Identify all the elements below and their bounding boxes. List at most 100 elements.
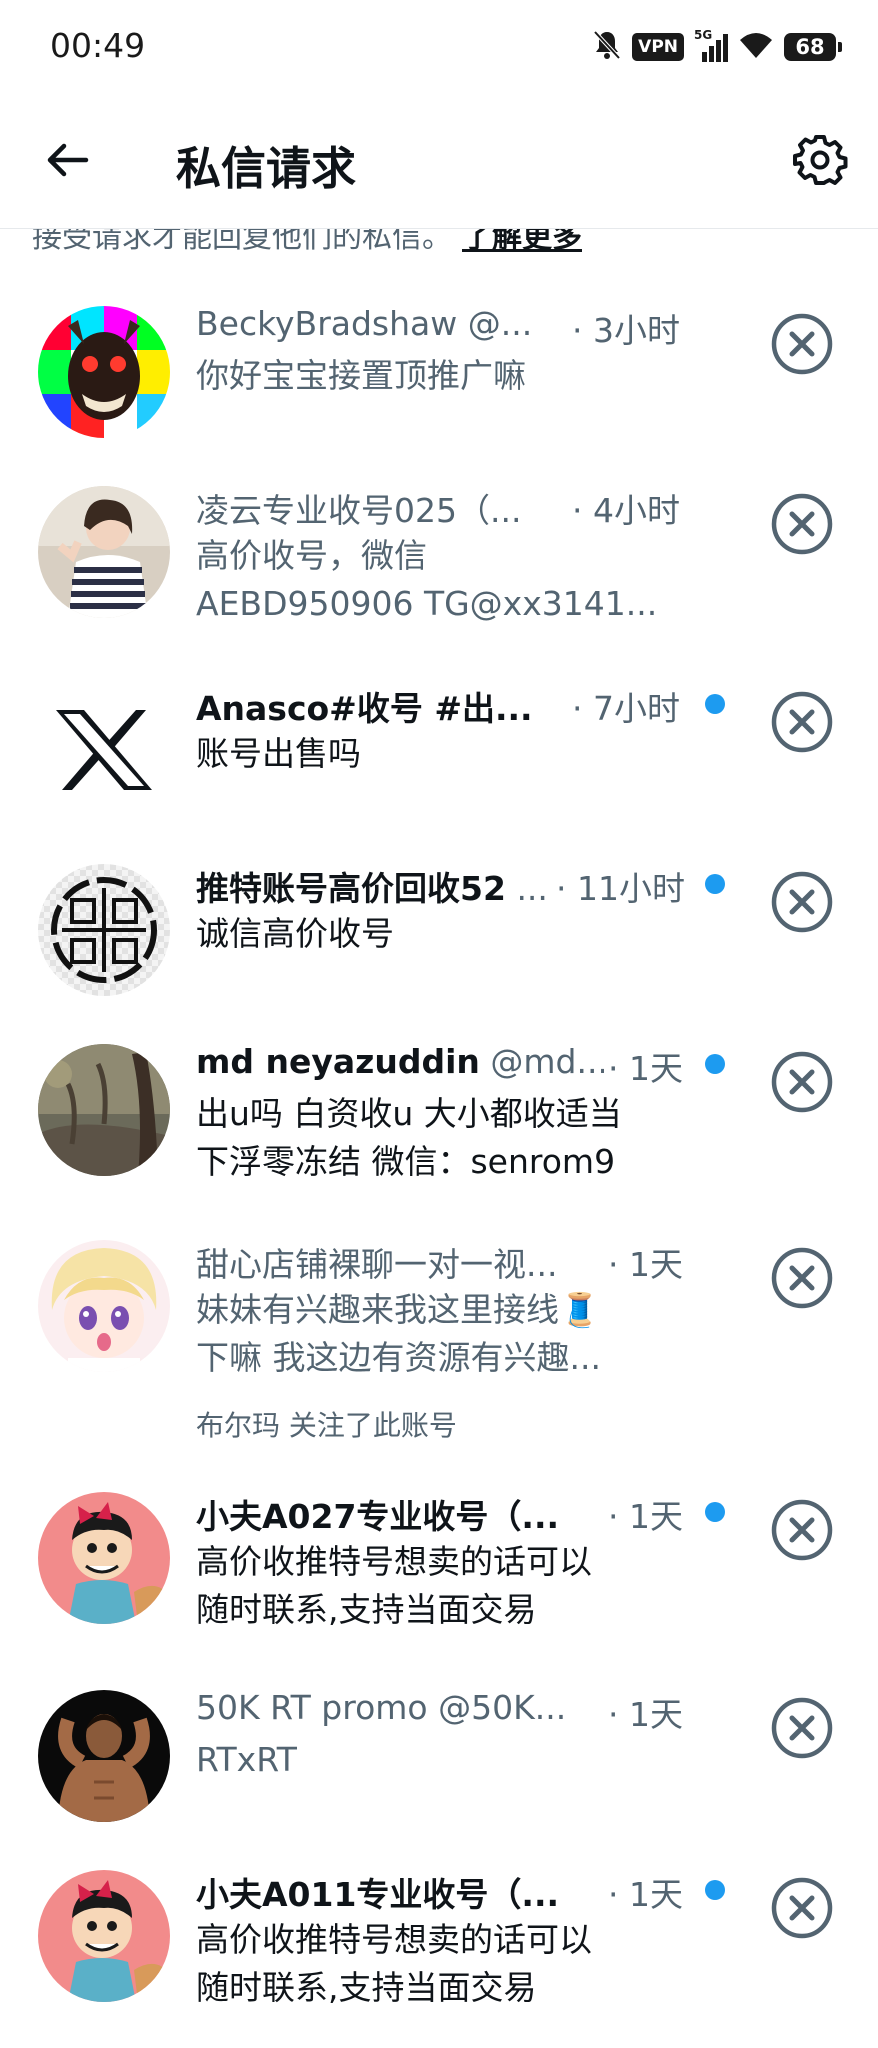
sender-name: md neyazuddin bbox=[196, 1042, 480, 1081]
sender-name: 50K RT promo bbox=[196, 1688, 428, 1727]
timestamp: · 1天 bbox=[604, 1042, 683, 1090]
status-icons: VPN 5G 68 bbox=[592, 28, 842, 66]
message-line: 诚信高价收号 bbox=[196, 914, 394, 953]
timestamp: · 4小时 bbox=[568, 484, 680, 532]
avatar[interactable] bbox=[38, 684, 170, 816]
message-line: 随时联系,支持当面交易 bbox=[196, 1590, 537, 1629]
dismiss-request-button[interactable] bbox=[770, 1696, 834, 1760]
sender-name: BeckyBradshaw bbox=[196, 304, 458, 343]
settings-button[interactable] bbox=[792, 132, 848, 188]
timestamp: · 11小时 bbox=[552, 862, 685, 910]
page-title: 私信请求 bbox=[176, 142, 357, 195]
message-preview: 高价收推特号想卖的话可以 随时联系,支持当面交易 bbox=[196, 1916, 686, 2012]
unread-dot bbox=[705, 694, 725, 714]
unread-dot bbox=[705, 1054, 725, 1074]
message-line: 下浮零冻结 微信：senrom9 bbox=[196, 1142, 616, 1181]
dismiss-request-button[interactable] bbox=[770, 870, 834, 934]
close-circle-icon bbox=[771, 1247, 833, 1309]
message-line: 出u吗 白资收u 大小都收适当 bbox=[196, 1094, 622, 1133]
message-line: 下嘛 我这边有资源有兴趣... bbox=[196, 1338, 601, 1377]
close-circle-icon bbox=[771, 1697, 833, 1759]
request-row[interactable]: 推特账号高价回收52 ... · 11小时 诚信高价收号 bbox=[0, 858, 878, 1028]
dismiss-request-button[interactable] bbox=[770, 1876, 834, 1940]
close-circle-icon bbox=[771, 1051, 833, 1113]
message-line: 高价收推特号想卖的话可以 bbox=[196, 1920, 592, 1959]
timestamp: · 7小时 bbox=[568, 682, 680, 730]
message-line: 高价收号，微信 bbox=[196, 536, 427, 575]
message-preview: 诚信高价收号 bbox=[196, 910, 686, 958]
timestamp: · 1天 bbox=[604, 1490, 683, 1538]
sender-handle: ... bbox=[516, 869, 548, 908]
dismiss-request-button[interactable] bbox=[770, 690, 834, 754]
avatar[interactable] bbox=[38, 1492, 170, 1624]
close-circle-icon bbox=[771, 1877, 833, 1939]
sender-handle: @md... bbox=[490, 1042, 608, 1081]
unread-dot bbox=[705, 1880, 725, 1900]
message-line: 随时联系,支持当面交易 bbox=[196, 1968, 537, 2007]
status-time: 00:49 bbox=[50, 26, 146, 65]
timestamp: · 1天 bbox=[604, 1238, 683, 1286]
sender-name: Anasco#收号 #出... bbox=[196, 689, 533, 728]
message-preview: 账号出售吗 bbox=[196, 730, 686, 778]
followed-by-note: 布尔玛 关注了此账号 bbox=[196, 1409, 457, 1442]
avatar[interactable] bbox=[38, 486, 170, 618]
close-circle-icon bbox=[771, 1499, 833, 1561]
sender-name: 小夫A027专业收号（... bbox=[196, 1497, 560, 1536]
request-row[interactable]: 小夫A011专业收号（... · 1天 高价收推特号想卖的话可以 随时联系,支持… bbox=[0, 1864, 878, 2048]
arrow-left-icon bbox=[47, 143, 89, 177]
message-preview: 出u吗 白资收u 大小都收适当 下浮零冻结 微信：senrom9 bbox=[196, 1090, 686, 1186]
request-row[interactable]: Anasco#收号 #出... · 7小时 账号出售吗 bbox=[0, 678, 878, 848]
request-row[interactable]: 50K RT promo @50K... · 1天 RTxRT bbox=[0, 1684, 878, 1844]
unread-dot bbox=[705, 874, 725, 894]
dismiss-request-button[interactable] bbox=[770, 1498, 834, 1562]
message-line: 你好宝宝接置顶推广嘛 bbox=[196, 356, 526, 395]
close-circle-icon bbox=[771, 493, 833, 555]
message-preview: RTxRT bbox=[196, 1736, 686, 1784]
message-line: 高价收推特号想卖的话可以 bbox=[196, 1542, 592, 1581]
timestamp: · 3小时 bbox=[568, 304, 680, 352]
message-preview: 高价收推特号想卖的话可以 随时联系,支持当面交易 bbox=[196, 1538, 686, 1634]
message-preview: 妹妹有兴趣来我这里接线🧵 下嘛 我这边有资源有兴趣... bbox=[196, 1286, 686, 1382]
sender-name: 推特账号高价回收52 bbox=[196, 869, 506, 908]
dismiss-request-button[interactable] bbox=[770, 492, 834, 556]
sender-name: 小夫A011专业收号（... bbox=[196, 1875, 560, 1914]
close-circle-icon bbox=[771, 313, 833, 375]
wifi-icon bbox=[738, 30, 774, 64]
gear-icon bbox=[793, 135, 848, 185]
battery-indicator: 68 bbox=[784, 33, 842, 61]
timestamp: · 1天 bbox=[604, 1688, 683, 1736]
avatar[interactable] bbox=[38, 1690, 170, 1822]
message-line: AEBD950906 TG@xx3141... bbox=[196, 584, 658, 623]
request-row[interactable]: 甜心店铺裸聊一对一视... · 1天 妹妹有兴趣来我这里接线🧵 下嘛 我这边有资… bbox=[0, 1234, 878, 1470]
timestamp: · 1天 bbox=[604, 1868, 683, 1916]
close-circle-icon bbox=[771, 691, 833, 753]
message-line: RTxRT bbox=[196, 1740, 297, 1779]
cellular-signal-icon: 5G bbox=[694, 28, 728, 62]
message-preview: 高价收号，微信 AEBD950906 TG@xx3141... bbox=[196, 532, 686, 628]
avatar[interactable] bbox=[38, 1240, 170, 1372]
avatar[interactable] bbox=[38, 1044, 170, 1176]
unread-dot bbox=[705, 1502, 725, 1522]
back-button[interactable] bbox=[44, 136, 92, 184]
message-preview: 你好宝宝接置顶推广嘛 bbox=[196, 352, 686, 400]
sender-handle: @... bbox=[467, 304, 533, 343]
avatar[interactable] bbox=[38, 306, 170, 438]
dismiss-request-button[interactable] bbox=[770, 1050, 834, 1114]
message-line: 妹妹有兴趣来我这里接线🧵 bbox=[196, 1290, 601, 1329]
close-circle-icon bbox=[771, 871, 833, 933]
top-app-bar: 私信请求 bbox=[0, 92, 878, 229]
sender-name: 甜心店铺裸聊一对一视... bbox=[196, 1245, 558, 1284]
request-row[interactable]: 小夫A027专业收号（... · 1天 高价收推特号想卖的话可以 随时联系,支持… bbox=[0, 1486, 878, 1666]
avatar[interactable] bbox=[38, 864, 170, 996]
request-row[interactable]: 凌云专业收号025（... · 4小时 高价收号，微信 AEBD950906 T… bbox=[0, 480, 878, 660]
sender-name: 凌云专业收号025（... bbox=[196, 491, 522, 530]
dismiss-request-button[interactable] bbox=[770, 312, 834, 376]
message-line: 账号出售吗 bbox=[196, 734, 361, 773]
request-row[interactable]: md neyazuddin @md... · 1天 出u吗 白资收u 大小都收适… bbox=[0, 1038, 878, 1218]
vpn-badge: VPN bbox=[632, 33, 684, 61]
sender-handle: @50K... bbox=[438, 1688, 567, 1727]
dismiss-request-button[interactable] bbox=[770, 1246, 834, 1310]
avatar[interactable] bbox=[38, 1870, 170, 2002]
mute-bell-icon bbox=[592, 29, 622, 65]
request-row[interactable]: BeckyBradshaw @... · 3小时 你好宝宝接置顶推广嘛 bbox=[0, 300, 878, 470]
